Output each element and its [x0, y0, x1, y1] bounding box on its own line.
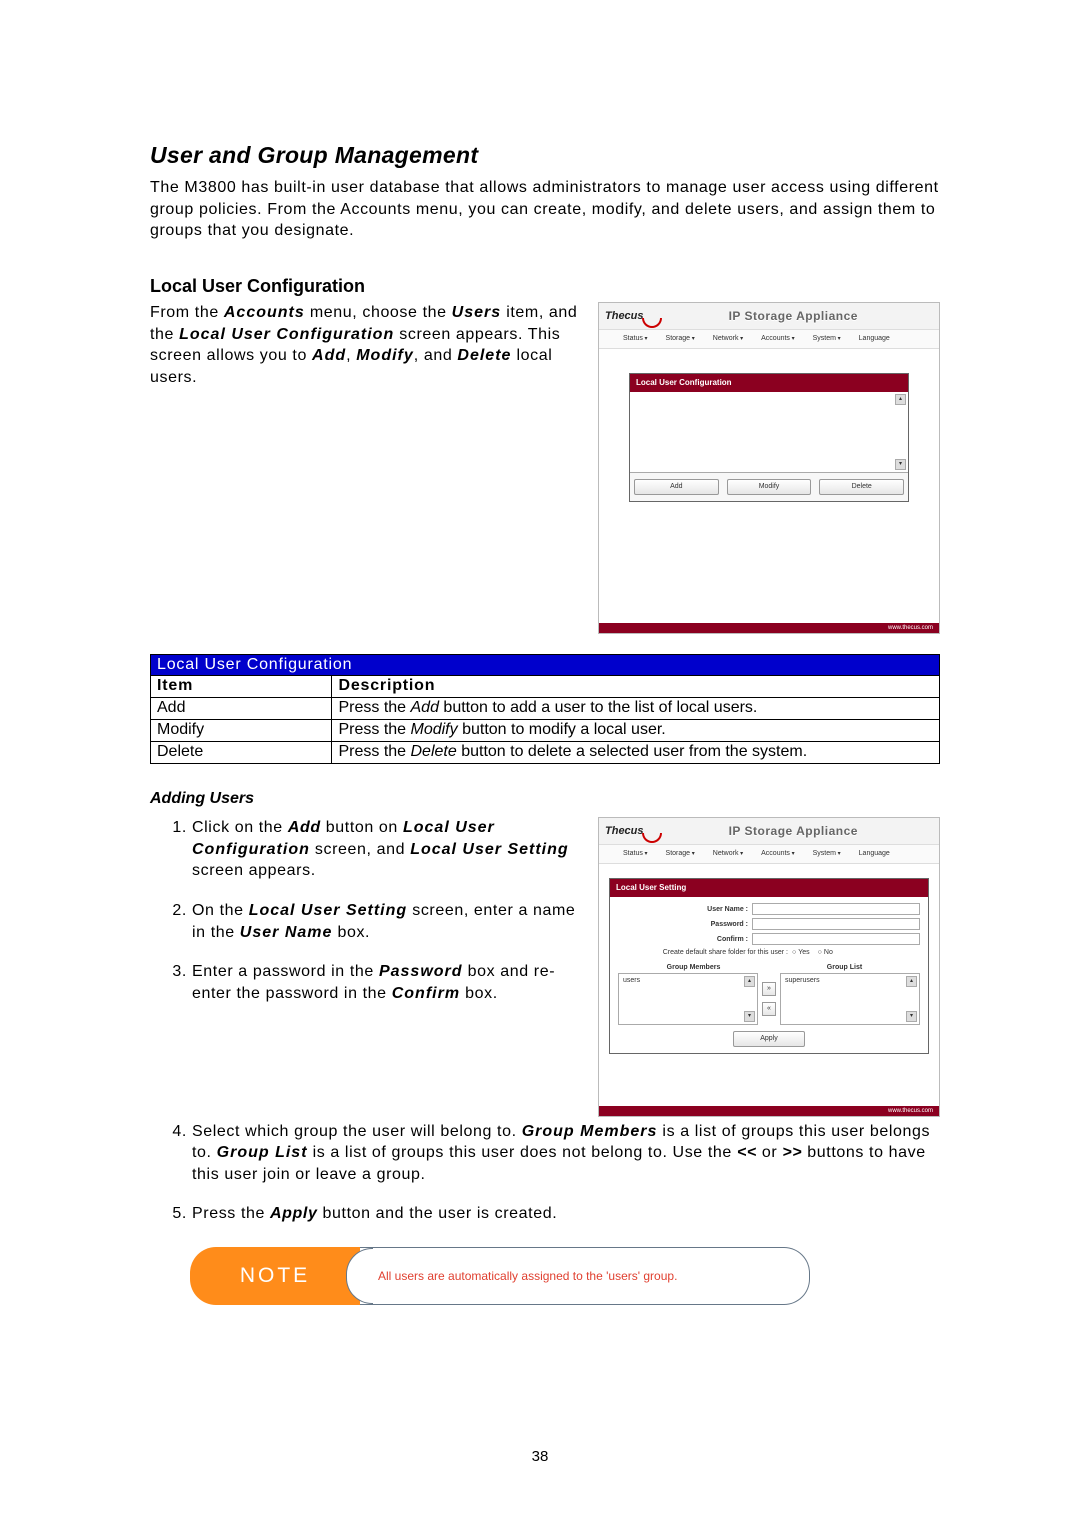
config-text: From the Accounts menu, choose the Users…: [150, 302, 578, 388]
menu-accounts[interactable]: Accounts: [761, 334, 794, 343]
menu-status[interactable]: Status: [623, 849, 648, 858]
user-name-input[interactable]: [752, 903, 920, 915]
table-item: Modify: [151, 719, 332, 741]
table-item: Add: [151, 698, 332, 720]
scroll-down-icon[interactable]: ▾: [744, 1011, 755, 1022]
step-4: Select which group the user will belong …: [192, 1121, 940, 1186]
ui-screenshot-local-user-setting: Thecus IP Storage Appliance Status Stora…: [598, 817, 940, 1116]
ui-menubar[interactable]: Status Storage Network Accounts System L…: [599, 845, 939, 863]
ui-header: Thecus IP Storage Appliance: [599, 303, 939, 330]
local-user-setting-panel: Local User Setting User Name : Password …: [609, 878, 929, 1055]
modify-button[interactable]: Modify: [727, 479, 812, 495]
table-row: Modify Press the Modify button to modify…: [151, 719, 940, 741]
user-form: User Name : Password : Confirm : Cr: [610, 897, 928, 1053]
steps-list-continued: Select which group the user will belong …: [174, 1121, 940, 1225]
page-number: 38: [0, 1447, 1080, 1467]
note-body: All users are automatically assigned to …: [360, 1247, 810, 1305]
config-row: From the Accounts menu, choose the Users…: [150, 302, 940, 633]
table-desc: Press the Delete button to delete a sele…: [332, 741, 940, 763]
confirm-input[interactable]: [752, 933, 920, 945]
note-callout: NOTE All users are automatically assigne…: [190, 1247, 810, 1305]
password-input[interactable]: [752, 918, 920, 930]
step-3: Enter a password in the Password box and…: [192, 961, 578, 1004]
menu-accounts[interactable]: Accounts: [761, 849, 794, 858]
share-no-radio[interactable]: No: [818, 948, 833, 957]
list-item[interactable]: users: [623, 977, 640, 984]
confirm-label: Confirm :: [618, 935, 752, 944]
panel-title: Local User Setting: [610, 879, 928, 898]
step-5: Press the Apply button and the user is c…: [192, 1203, 940, 1225]
step-1: Click on the Add button on Local User Co…: [192, 817, 578, 882]
apply-button[interactable]: Apply: [733, 1031, 805, 1047]
list-item[interactable]: superusers: [785, 977, 820, 984]
thecus-logo: Thecus: [605, 824, 654, 839]
table-head-desc: Description: [332, 676, 940, 698]
appliance-title: IP Storage Appliance: [654, 823, 933, 839]
menu-storage[interactable]: Storage: [666, 334, 695, 343]
local-user-config-heading: Local User Configuration: [150, 274, 940, 298]
menu-language[interactable]: Language: [859, 334, 890, 343]
delete-button[interactable]: Delete: [819, 479, 904, 495]
adding-users-heading: Adding Users: [150, 788, 940, 810]
add-button[interactable]: Add: [634, 479, 719, 495]
default-share-label: Create default share folder for this use…: [618, 948, 792, 957]
table-row: Add Press the Add button to add a user t…: [151, 698, 940, 720]
table-desc: Press the Add button to add a user to th…: [332, 698, 940, 720]
table-title: Local User Configuration: [151, 654, 940, 676]
intro-paragraph: The M3800 has built-in user database tha…: [150, 177, 940, 242]
ui-body: Local User Configuration ▴ ▾ Add Modify …: [599, 349, 939, 633]
ui-header: Thecus IP Storage Appliance: [599, 818, 939, 845]
group-members-header: Group Members: [618, 962, 769, 973]
section-title: User and Group Management: [150, 140, 940, 171]
scroll-up-icon[interactable]: ▴: [906, 976, 917, 987]
menu-storage[interactable]: Storage: [666, 849, 695, 858]
scroll-down-icon[interactable]: ▾: [895, 459, 906, 470]
appliance-title: IP Storage Appliance: [654, 308, 933, 324]
user-listbox[interactable]: ▴ ▾: [630, 392, 908, 473]
password-label: Password :: [618, 920, 752, 929]
menu-network[interactable]: Network: [713, 849, 743, 858]
scroll-up-icon[interactable]: ▴: [744, 976, 755, 987]
ui-screenshot-local-user-config: Thecus IP Storage Appliance Status Stora…: [598, 302, 940, 633]
menu-language[interactable]: Language: [859, 849, 890, 858]
steps-list: Click on the Add button on Local User Co…: [174, 817, 578, 1004]
note-label: NOTE: [190, 1247, 360, 1305]
menu-network[interactable]: Network: [713, 334, 743, 343]
menu-status[interactable]: Status: [623, 334, 648, 343]
table-row: Delete Press the Delete button to delete…: [151, 741, 940, 763]
local-user-config-panel: Local User Configuration ▴ ▾ Add Modify …: [629, 373, 909, 503]
group-list-header: Group List: [769, 962, 920, 973]
thecus-logo: Thecus: [605, 309, 654, 324]
ui-footer: www.thecus.com: [599, 623, 939, 633]
ui-menubar[interactable]: Status Storage Network Accounts System L…: [599, 330, 939, 348]
table-head-item: Item: [151, 676, 332, 698]
group-members-listbox[interactable]: users ▴ ▾: [618, 973, 758, 1025]
panel-title: Local User Configuration: [630, 374, 908, 393]
local-user-config-table: Local User Configuration Item Descriptio…: [150, 654, 940, 764]
adding-users-text: Click on the Add button on Local User Co…: [150, 817, 578, 1022]
move-right-button[interactable]: »: [762, 982, 776, 996]
table-item: Delete: [151, 741, 332, 763]
menu-system[interactable]: System: [813, 849, 841, 858]
button-row: Add Modify Delete: [630, 473, 908, 501]
table-desc: Press the Modify button to modify a loca…: [332, 719, 940, 741]
share-yes-radio[interactable]: Yes: [792, 948, 810, 957]
scroll-up-icon[interactable]: ▴: [895, 394, 906, 405]
document-page: User and Group Management The M3800 has …: [0, 0, 1080, 1527]
ui-footer: www.thecus.com: [599, 1106, 939, 1116]
ui-body: Local User Setting User Name : Password …: [599, 864, 939, 1116]
menu-system[interactable]: System: [813, 334, 841, 343]
adding-users-row: Click on the Add button on Local User Co…: [150, 817, 940, 1116]
group-list-listbox[interactable]: superusers ▴ ▾: [780, 973, 920, 1025]
scroll-down-icon[interactable]: ▾: [906, 1011, 917, 1022]
step-2: On the Local User Setting screen, enter …: [192, 900, 578, 943]
user-name-label: User Name :: [618, 905, 752, 914]
move-left-button[interactable]: «: [762, 1002, 776, 1016]
